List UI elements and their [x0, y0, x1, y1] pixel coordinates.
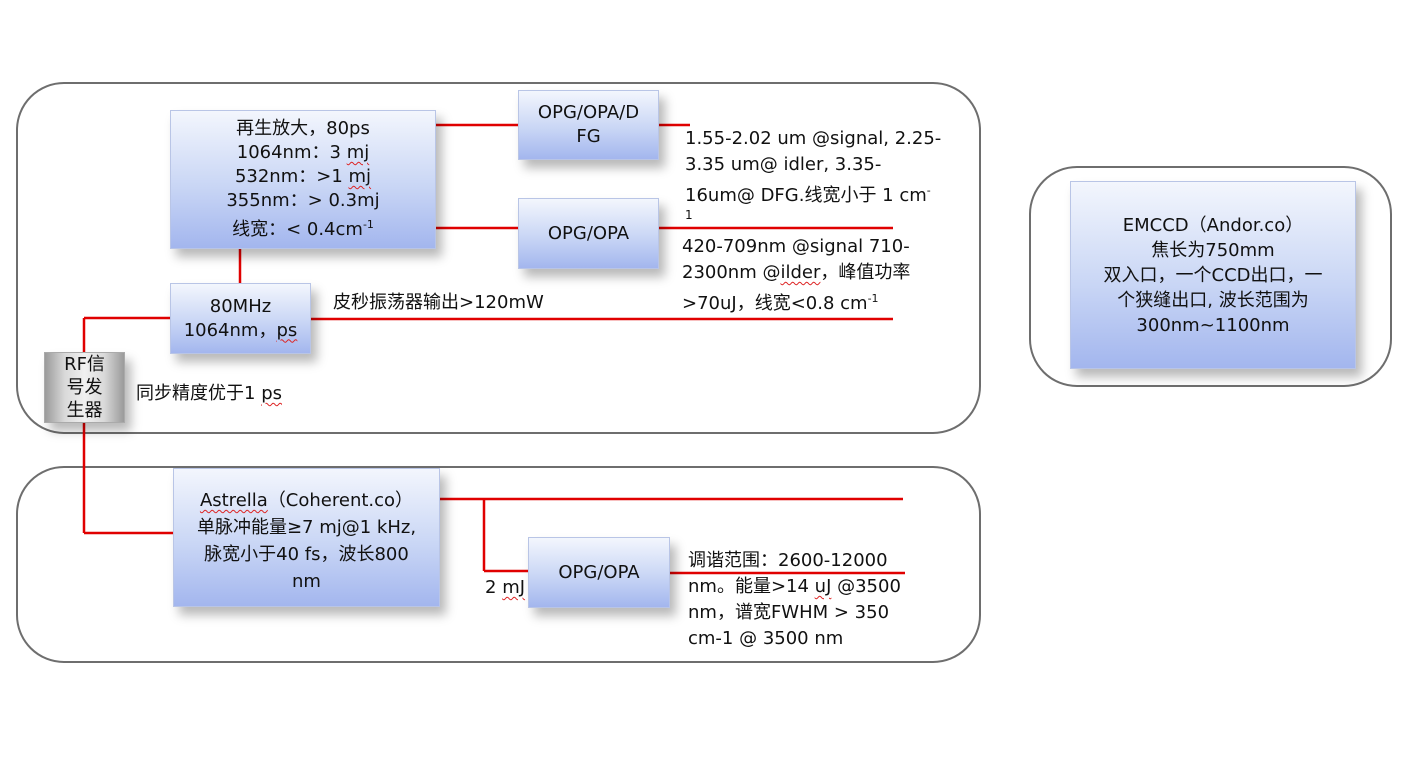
opg-opa-top-box: OPG/OPA: [518, 198, 659, 269]
tuning-description: 调谐范围：2600-12000 nm。能量>14 uJ @3500 nm，谱宽F…: [688, 550, 901, 649]
regen-line4: 355nm：> 0.3mj: [226, 190, 380, 211]
regen-amplifier-box: 再生放大，80ps 1064nm：3 mj 532nm：>1 mj 355nm：…: [170, 110, 436, 249]
opg-opa-top-label: OPG/OPA: [547, 222, 630, 244]
astrella-box: Astrella（Coherent.co） 单脉冲能量≥7 mj@1 kHz, …: [173, 468, 440, 607]
opg-opa-dfg-box: OPG/OPA/D FG: [518, 90, 659, 160]
dfg-description: 1.55-2.02 um @signal, 2.25- 3.35 um@ idl…: [685, 128, 942, 222]
rf-generator-box: RF信 号发 生器: [44, 352, 125, 423]
opg-opa-bottom-label: OPG/OPA: [558, 561, 640, 583]
regen-line3: 532nm：>1 mj: [234, 166, 372, 187]
regen-line1: 再生放大，80ps: [236, 118, 370, 139]
regen-line5: 线宽：< 0.4cm-1: [232, 218, 374, 240]
opa-description: 420-709nm @signal 710- 2300nm @ilder，峰值功…: [682, 236, 911, 314]
oscillator-line1: 80MHz: [209, 295, 272, 317]
opg-opa-bottom-box: OPG/OPA: [528, 537, 670, 608]
dfg-box-line1: OPG/OPA/D: [537, 102, 640, 123]
dfg-box-line2: FG: [576, 126, 601, 147]
sync-precision-label: 同步精度优于1 ps: [136, 383, 282, 404]
oscillator-line2: 1064nm，ps: [183, 319, 298, 341]
oscillator-output-label: 皮秒振荡器输出>120mW: [333, 292, 544, 313]
emccd-box: EMCCD（Andor.co） 焦长为750mm 双入口，一个CCD出口，一 个…: [1070, 181, 1356, 369]
oscillator-box: 80MHz 1064nm，ps: [170, 283, 311, 354]
pump-energy-label: 2 mJ: [485, 577, 526, 598]
regen-line2: 1064nm：3 mj: [236, 142, 370, 163]
